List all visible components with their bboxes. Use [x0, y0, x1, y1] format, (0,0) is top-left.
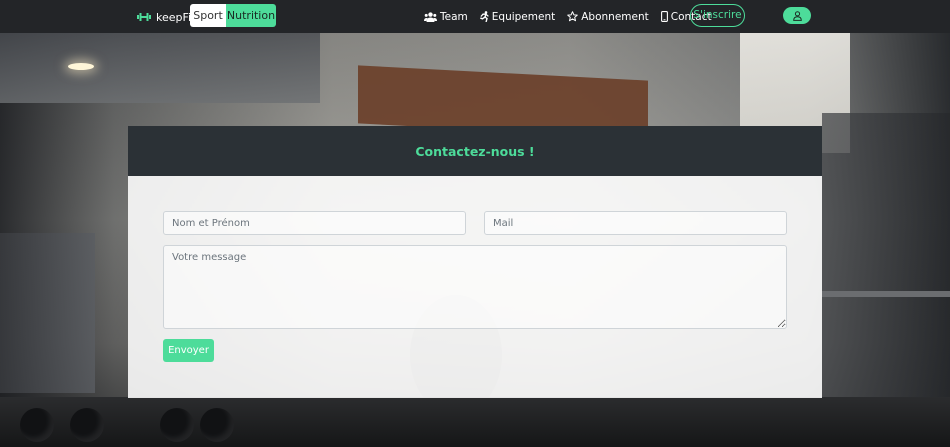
- name-input[interactable]: [163, 211, 466, 235]
- bg-ceiling-light: [68, 63, 94, 70]
- nav-link-team-label: Team: [440, 10, 468, 23]
- toggle-sport-button[interactable]: Sport: [190, 4, 226, 27]
- bg-rack-left: [0, 233, 95, 393]
- bg-floor: [0, 397, 950, 447]
- send-button[interactable]: Envoyer: [163, 339, 214, 362]
- contact-card-header: Contactez-nous !: [128, 126, 822, 176]
- nav-link-equipement-label: Equipement: [491, 10, 556, 23]
- mail-input[interactable]: [484, 211, 787, 235]
- bg-dumbbell: [70, 408, 104, 442]
- toggle-nutrition-button[interactable]: Nutrition: [226, 4, 276, 27]
- star-icon: [567, 11, 579, 22]
- nav-link-abonnement-label: Abonnement: [581, 10, 649, 23]
- running-person-icon: [479, 11, 489, 22]
- contact-title: Contactez-nous !: [415, 143, 535, 159]
- contact-form: Envoyer: [128, 176, 822, 398]
- nav-link-team[interactable]: Team: [424, 11, 468, 23]
- brand-link[interactable]: keepFit: [137, 7, 195, 27]
- mobile-phone-icon: [660, 11, 668, 22]
- dumbbell-icon: [137, 12, 151, 22]
- users-icon: [424, 11, 437, 22]
- message-textarea[interactable]: [163, 245, 787, 329]
- bg-dumbbell: [200, 408, 234, 442]
- user-account-button[interactable]: [783, 7, 811, 24]
- signup-button[interactable]: S'inscrire: [690, 4, 745, 27]
- nav-links: Team Equipement Abonnement Contact: [424, 0, 724, 33]
- nav-link-abonnement[interactable]: Abonnement: [567, 11, 649, 23]
- bg-dumbbell: [20, 408, 54, 442]
- navbar: keepFit Sport Nutrition Team Equipement …: [0, 0, 950, 33]
- user-icon: [792, 10, 802, 21]
- contact-card: Contactez-nous ! Envoyer: [128, 126, 822, 398]
- nav-link-equipement[interactable]: Equipement: [479, 10, 556, 23]
- bg-dumbbell: [160, 408, 194, 442]
- bg-barbell: [822, 291, 950, 297]
- sport-nutrition-toggle: Sport Nutrition: [190, 4, 276, 27]
- bg-ceiling: [0, 33, 320, 103]
